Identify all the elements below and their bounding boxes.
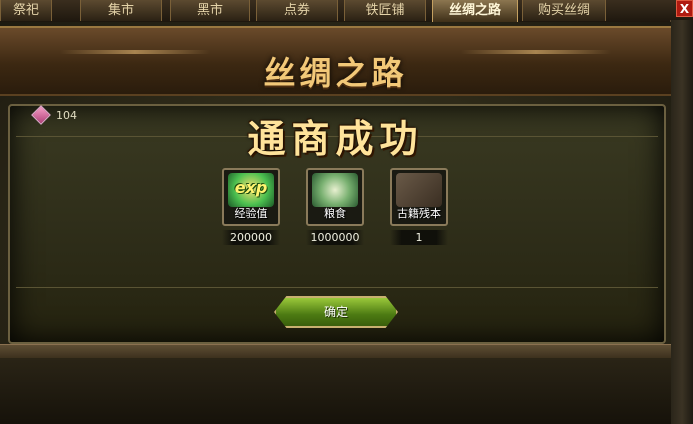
close-button[interactable]: X	[676, 0, 693, 17]
panel-bottom-border	[0, 344, 671, 359]
tab-silk-road[interactable]: 丝绸之路	[432, 0, 518, 22]
reward-name: 经验值	[234, 207, 268, 220]
panel-title: 丝绸之路	[263, 54, 408, 92]
tab-sacrifice[interactable]: 祭祀	[0, 0, 52, 21]
exp-icon[interactable]: exp 经验值	[222, 168, 280, 226]
reward-value: 200000	[222, 230, 280, 245]
tab-blacksmith[interactable]: 铁匠铺	[344, 0, 426, 21]
reward-ancient-book: 古籍残本 1	[390, 168, 452, 245]
reward-name: 粮食	[324, 207, 346, 220]
reward-exp: exp 经验值 200000	[222, 168, 284, 245]
side-frame	[670, 20, 693, 424]
grain-icon[interactable]: 粮食	[306, 168, 364, 226]
tab-black-market[interactable]: 黑市	[170, 0, 250, 21]
ancient-book-icon[interactable]: 古籍残本	[390, 168, 448, 226]
tab-bar: 祭祀 集市 黑市 点券 铁匠铺 丝绸之路 购买丝绸 X	[0, 0, 693, 23]
confirm-button[interactable]: 确定	[274, 296, 398, 328]
trade-success-message: 通商成功	[247, 116, 424, 161]
panel-footer	[0, 358, 671, 424]
reward-value: 1	[390, 230, 448, 245]
tab-market[interactable]: 集市	[80, 0, 162, 21]
reward-name: 古籍残本	[397, 207, 441, 220]
reward-value: 1000000	[306, 230, 364, 245]
tab-buy-silk[interactable]: 购买丝绸	[522, 0, 606, 21]
tab-coupons[interactable]: 点券	[256, 0, 338, 21]
reward-grain: 粮食 1000000	[306, 168, 368, 245]
exp-icon-text: exp	[234, 178, 268, 197]
